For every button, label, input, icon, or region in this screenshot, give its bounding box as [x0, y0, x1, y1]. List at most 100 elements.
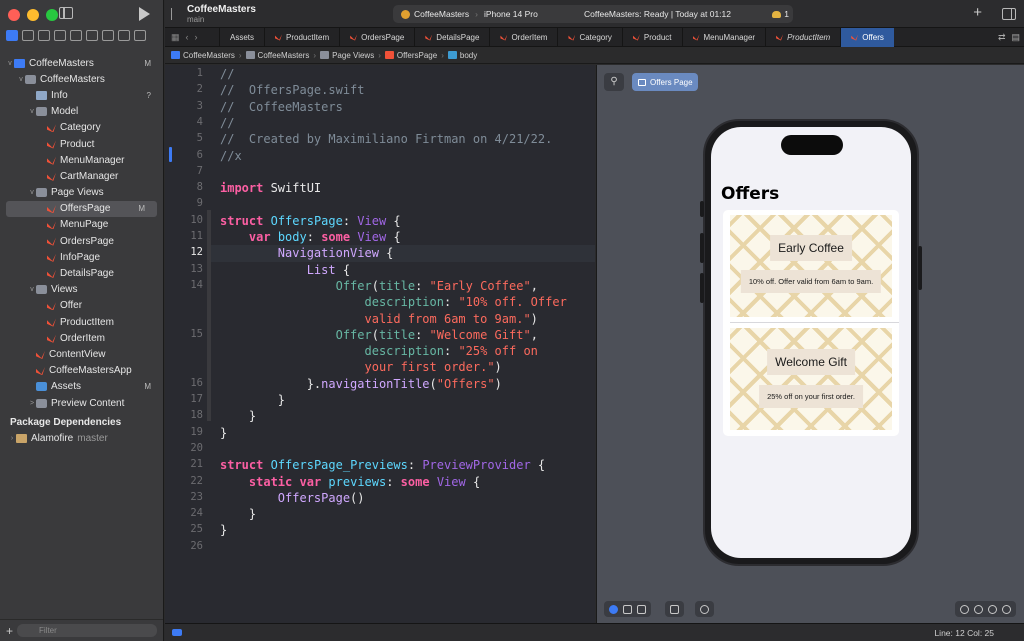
editor-tab[interactable]: OrderItem: [489, 27, 557, 47]
editor-tab[interactable]: Category: [557, 27, 621, 47]
sidebar-item[interactable]: MenuManager: [0, 152, 163, 168]
code-line[interactable]: }: [220, 393, 285, 407]
code-line[interactable]: //: [220, 116, 234, 130]
sidebar-item[interactable]: MenuPage: [0, 217, 163, 233]
chevron-down-icon[interactable]: v: [28, 286, 36, 293]
code-line[interactable]: }.navigationTitle("Offers"): [220, 377, 502, 391]
find-icon[interactable]: [54, 30, 66, 41]
debug-area-icon[interactable]: [172, 629, 182, 636]
grid-icon[interactable]: ▦: [171, 32, 180, 43]
split-editor-icon[interactable]: ▤: [1011, 32, 1020, 43]
chevron-down-icon[interactable]: v: [17, 76, 25, 83]
report-icon[interactable]: [134, 30, 146, 41]
zoom-out-icon[interactable]: [960, 604, 969, 614]
chevron-right-icon[interactable]: ›: [8, 435, 16, 442]
editor-tab[interactable]: MenuManager: [681, 27, 766, 47]
zoom-window-button[interactable]: [46, 9, 58, 21]
inspector-toggle-icon[interactable]: [1002, 8, 1016, 20]
code-line[interactable]: }: [220, 409, 256, 423]
sidebar-item[interactable]: v CoffeeMasters: [0, 71, 163, 87]
scheme-selector[interactable]: CoffeeMasters: [401, 9, 469, 19]
breadcrumb-item[interactable]: CoffeeMasters: [245, 51, 309, 60]
code-line[interactable]: description: "25% off on: [220, 344, 538, 358]
zoom-in-icon[interactable]: [988, 604, 997, 614]
sidebar-item[interactable]: Category: [0, 120, 163, 136]
code-line[interactable]: import SwiftUI: [220, 181, 321, 195]
sidebar-item[interactable]: v Page Views: [0, 185, 163, 201]
scheme-status-bar[interactable]: CoffeeMasters › iPhone 14 Pro CoffeeMast…: [393, 5, 793, 23]
symbol-icon[interactable]: [38, 30, 50, 41]
sidebar-toggle-icon[interactable]: [59, 7, 73, 19]
code-line[interactable]: // OffersPage.swift: [220, 83, 365, 97]
code-line[interactable]: NavigationView {: [220, 246, 394, 260]
live-preview-icon[interactable]: [609, 604, 618, 614]
sidebar-item[interactable]: InfoPage: [0, 249, 163, 265]
sidebar-item[interactable]: Info?: [0, 87, 163, 103]
run-icon[interactable]: [139, 7, 150, 21]
sidebar-item[interactable]: ProductItem: [0, 314, 163, 330]
filter-input[interactable]: Filter: [17, 624, 157, 637]
sidebar-item[interactable]: OffersPage M: [6, 200, 157, 217]
code-line[interactable]: Offer(title: "Early Coffee",: [220, 279, 538, 293]
code-line[interactable]: OffersPage(): [220, 491, 365, 505]
device-settings-icon[interactable]: [670, 604, 679, 614]
pin-icon[interactable]: ⚲: [604, 73, 624, 91]
breakpoint-icon[interactable]: [118, 30, 130, 41]
editor-tab[interactable]: DetailsPage: [414, 27, 489, 47]
code-line[interactable]: // Created by Maximiliano Firtman on 4/2…: [220, 132, 552, 146]
editor-tab[interactable]: OrdersPage: [339, 27, 414, 47]
breadcrumb-item[interactable]: Page Views: [320, 51, 374, 60]
chevron-down-icon[interactable]: v: [6, 60, 14, 67]
code-line[interactable]: }: [220, 507, 256, 521]
code-line[interactable]: struct OffersPage_Previews: PreviewProvi…: [220, 458, 545, 472]
variants-icon[interactable]: [637, 604, 646, 614]
code-line[interactable]: valid from 6am to 9am."): [220, 312, 538, 326]
sidebar-item[interactable]: Offer: [0, 298, 163, 314]
code-line[interactable]: //x: [220, 149, 242, 163]
offer-card[interactable]: Early Coffee 10% off. Offer valid from 6…: [730, 215, 892, 317]
editor-tab[interactable]: Offers: [840, 27, 894, 47]
package-item[interactable]: › Alamofire master: [0, 430, 163, 446]
add-icon[interactable]: +: [6, 624, 13, 638]
device-screen[interactable]: Offers Early Coffee 10% off. Offer valid…: [711, 127, 911, 558]
preview-tab[interactable]: Offers Page: [632, 73, 698, 91]
chevron-right-icon[interactable]: >: [28, 400, 36, 407]
sidebar-item[interactable]: Product: [0, 136, 163, 152]
editor-tab[interactable]: Assets: [219, 27, 264, 47]
fold-ribbon[interactable]: [207, 210, 211, 421]
issue-icon[interactable]: [70, 30, 82, 41]
code-line[interactable]: your first order."): [220, 360, 502, 374]
device-selector[interactable]: iPhone 14 Pro: [484, 9, 538, 19]
device-icon[interactable]: [700, 604, 709, 614]
editor-tab[interactable]: ProductItem: [765, 27, 840, 47]
breadcrumb-item[interactable]: OffersPage: [384, 51, 437, 60]
editor-tab[interactable]: Product: [621, 27, 682, 47]
code-line[interactable]: struct OffersPage: View {: [220, 214, 401, 228]
offer-card[interactable]: Welcome Gift 25% off on your first order…: [730, 328, 892, 430]
back-icon[interactable]: ‹: [186, 32, 189, 43]
code-line[interactable]: static var previews: some View {: [220, 475, 480, 489]
add-library-icon[interactable]: +: [973, 4, 982, 21]
code-line[interactable]: List {: [220, 263, 350, 277]
test-icon[interactable]: [86, 30, 98, 41]
sidebar-item[interactable]: OrderItem: [0, 330, 163, 346]
sidebar-item[interactable]: v Views: [0, 282, 163, 298]
sidebar-item[interactable]: DetailsPage: [0, 265, 163, 281]
breadcrumb-item[interactable]: body: [447, 51, 477, 60]
code-line[interactable]: var body: some View {: [220, 230, 401, 244]
source-control-icon[interactable]: [22, 30, 34, 41]
editor-tab[interactable]: ProductItem: [264, 27, 339, 47]
offers-list[interactable]: Early Coffee 10% off. Offer valid from 6…: [723, 210, 899, 436]
selectable-icon[interactable]: [623, 604, 632, 614]
debug-icon[interactable]: [102, 30, 114, 41]
zoom-fit-icon[interactable]: [1002, 604, 1011, 614]
close-window-button[interactable]: [8, 9, 20, 21]
sidebar-item[interactable]: v Model: [0, 104, 163, 120]
sidebar-item[interactable]: ContentView: [0, 346, 163, 362]
code-line[interactable]: // CoffeeMasters: [220, 100, 343, 114]
sidebar-item[interactable]: CartManager: [0, 168, 163, 184]
sidebar-item[interactable]: Assets M: [0, 379, 163, 395]
branch-label[interactable]: main: [187, 15, 204, 24]
source-editor[interactable]: 1 2 3 4 5 6 7 8 9 10 11 12 13 14 15 16 17 18 19 20 21 22 23 24 2…: [165, 65, 595, 623]
chevron-down-icon[interactable]: v: [28, 108, 36, 115]
